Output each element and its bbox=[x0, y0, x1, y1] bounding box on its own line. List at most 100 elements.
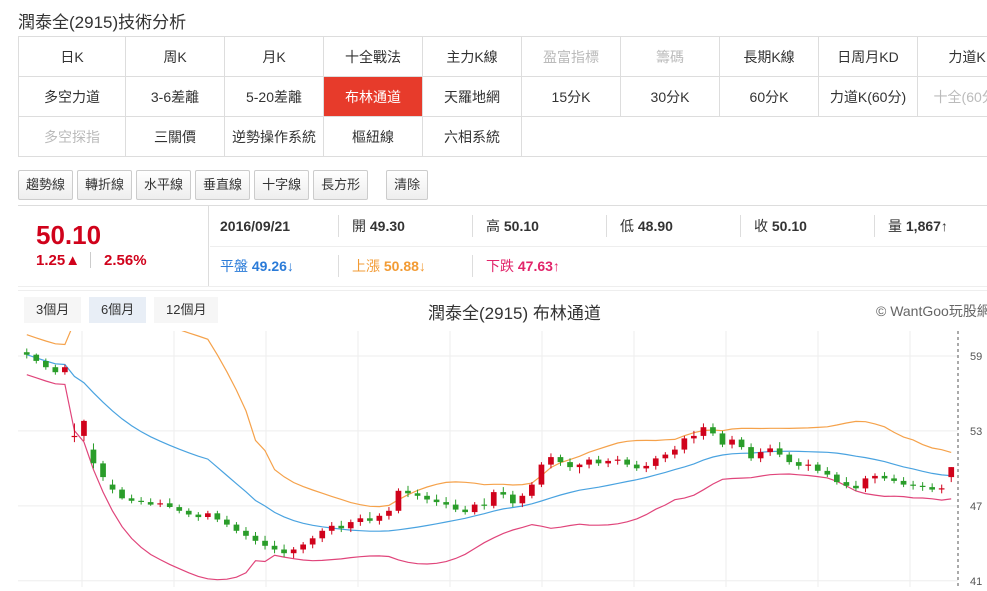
tab-2-3[interactable]: 布林通道 bbox=[324, 77, 423, 117]
tab-1-2[interactable]: 月K bbox=[225, 37, 324, 77]
candle-body bbox=[262, 540, 268, 546]
tab-1-1[interactable]: 周K bbox=[126, 37, 225, 77]
draw-tool-button-1[interactable]: 轉折線 bbox=[77, 170, 133, 200]
candle-body bbox=[157, 503, 163, 505]
candle-body bbox=[62, 367, 68, 373]
quote-divider bbox=[472, 255, 473, 277]
candle-body bbox=[319, 530, 326, 539]
tab-1-3[interactable]: 十全戰法 bbox=[324, 37, 423, 77]
tab-2-1[interactable]: 3-6差離 bbox=[126, 77, 225, 117]
tab-1-9[interactable]: 力道K bbox=[918, 37, 987, 77]
limit-up-label: 上漲 bbox=[352, 258, 380, 274]
draw-tool-button-3[interactable]: 垂直線 bbox=[195, 170, 251, 200]
draw-tool-button-0[interactable]: 趨勢線 bbox=[18, 170, 74, 200]
candle-body bbox=[948, 467, 955, 478]
tab-2-5[interactable]: 15分K bbox=[522, 77, 621, 117]
middle-band-line bbox=[26, 354, 952, 532]
quote-flat: 平盤 49.26↓ bbox=[210, 246, 294, 286]
tab-3-4[interactable]: 六相系統 bbox=[423, 117, 522, 157]
tab-2-0[interactable]: 多空力道 bbox=[19, 77, 126, 117]
candle-body bbox=[500, 492, 507, 495]
change-divider bbox=[90, 252, 91, 268]
tab-2-7[interactable]: 60分K bbox=[720, 77, 819, 117]
candle-body bbox=[872, 475, 878, 479]
tab-1-4[interactable]: 主力K線 bbox=[423, 37, 522, 77]
candle-body bbox=[557, 457, 564, 463]
tab-1-5[interactable]: 盈富指標 bbox=[522, 37, 621, 77]
tab-1-0[interactable]: 日K bbox=[19, 37, 126, 77]
candle-body bbox=[443, 502, 449, 505]
candle-body bbox=[281, 549, 287, 554]
tab-3-1[interactable]: 三關價 bbox=[126, 117, 225, 157]
quote-limit-up: 上漲 50.88↓ bbox=[342, 246, 426, 286]
draw-tool-button-4[interactable]: 十字線 bbox=[254, 170, 310, 200]
candle-body bbox=[290, 549, 297, 554]
candle-body bbox=[185, 510, 192, 515]
flat-value: 49.26↓ bbox=[251, 258, 294, 274]
tab-3-0[interactable]: 多空探指 bbox=[19, 117, 126, 157]
tab-3-3[interactable]: 樞紐線 bbox=[324, 117, 423, 157]
candle-body bbox=[109, 484, 116, 490]
range-3m-button[interactable]: 3個月 bbox=[24, 297, 82, 323]
quote-date: 2016/09/21 bbox=[210, 206, 290, 246]
candle-body bbox=[853, 485, 859, 489]
low-value: 48.90 bbox=[637, 218, 673, 234]
candle-body bbox=[300, 544, 306, 550]
open-label: 開 bbox=[352, 218, 366, 234]
candle-body bbox=[205, 513, 211, 517]
candle-body bbox=[119, 489, 125, 499]
candle-body bbox=[691, 435, 697, 439]
candle-body bbox=[834, 474, 840, 483]
candle-body bbox=[662, 454, 669, 459]
draw-tool-button-5[interactable]: 長方形 bbox=[313, 170, 369, 200]
quote-divider bbox=[874, 215, 875, 237]
tab-row-3: 多空探指 三關價 逆勢操作系統 樞紐線 六相系統 bbox=[19, 117, 987, 157]
candle-body bbox=[805, 464, 812, 466]
candle-body bbox=[395, 490, 402, 511]
indicator-tab-grid: 日K 周K 月K 十全戰法 主力K線 盈富指標 籌碼 長期K線 日周月KD 力道K 多空力道 3-6… bbox=[18, 36, 987, 157]
tab-2-4[interactable]: 天羅地網 bbox=[423, 77, 522, 117]
tab-2-2[interactable]: 5-20差離 bbox=[225, 77, 324, 117]
candle-body bbox=[90, 449, 97, 464]
limit-down-label: 下跌 bbox=[486, 258, 514, 274]
candle-body bbox=[795, 462, 802, 466]
bollinger-chart[interactable]: 41 47 53 59 bbox=[18, 331, 987, 587]
draw-tool-button-2[interactable]: 水平線 bbox=[136, 170, 192, 200]
quote-open: 開 49.30 bbox=[342, 206, 405, 246]
clear-button[interactable]: 清除 bbox=[386, 170, 429, 200]
candle-body bbox=[891, 478, 897, 481]
high-value: 50.10 bbox=[503, 218, 539, 234]
tab-1-8[interactable]: 日周月KD bbox=[819, 37, 918, 77]
candle-body bbox=[100, 463, 106, 478]
quote-divider bbox=[338, 255, 339, 277]
candle-body bbox=[567, 462, 573, 468]
tab-2-9[interactable]: 十全(60分) bbox=[918, 77, 987, 117]
chart-panel: 3個月 6個月 12個月 潤泰全(2915) 布林通道 © WantGoo玩股網… bbox=[18, 290, 987, 591]
candle-body bbox=[166, 503, 173, 507]
candle-body bbox=[757, 452, 764, 459]
tab-2-6[interactable]: 30分K bbox=[621, 77, 720, 117]
candle-body bbox=[786, 454, 793, 463]
lower-band-line bbox=[26, 374, 952, 581]
candle-body bbox=[33, 354, 40, 361]
quote-high: 高 50.10 bbox=[476, 206, 539, 246]
candle-body bbox=[910, 484, 916, 486]
limit-up-value: 50.88↓ bbox=[383, 258, 426, 274]
candle-body bbox=[729, 439, 735, 445]
candle-body bbox=[767, 448, 773, 453]
y-axis-tick-label: 47 bbox=[970, 501, 982, 513]
volume-value: 1,867↑ bbox=[905, 218, 948, 234]
candle-body bbox=[490, 492, 497, 506]
candle-body bbox=[43, 361, 49, 368]
candle-body bbox=[357, 518, 364, 522]
upper-band-line bbox=[26, 331, 952, 508]
range-6m-button[interactable]: 6個月 bbox=[89, 297, 147, 323]
range-12m-button[interactable]: 12個月 bbox=[154, 297, 219, 323]
tab-3-2[interactable]: 逆勢操作系統 bbox=[225, 117, 324, 157]
tab-1-6[interactable]: 籌碼 bbox=[621, 37, 720, 77]
candle-body bbox=[23, 352, 30, 355]
candle-body bbox=[52, 367, 59, 373]
tab-1-7[interactable]: 長期K線 bbox=[720, 37, 819, 77]
candle-body bbox=[386, 510, 392, 516]
tab-2-8[interactable]: 力道K(60分) bbox=[819, 77, 918, 117]
